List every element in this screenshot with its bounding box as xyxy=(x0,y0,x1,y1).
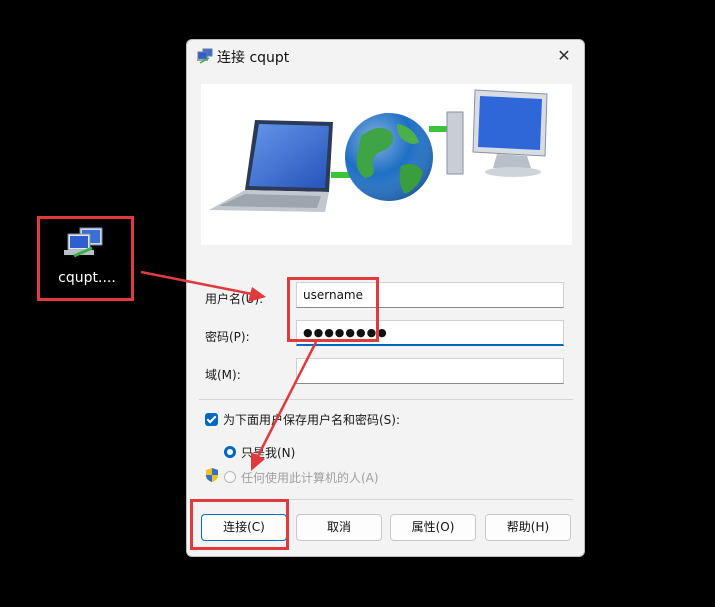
connect-dialog: 连接 cqupt ✕ 用户名(U): username 密码(P): ●●●●●… xyxy=(186,39,585,557)
save-credentials-checkbox[interactable] xyxy=(205,413,218,426)
uac-shield-icon xyxy=(206,468,218,482)
username-field[interactable]: username xyxy=(296,282,564,308)
radio-only-me[interactable] xyxy=(224,446,236,458)
password-label: 密码(P): xyxy=(205,330,250,344)
desktop-shortcut-cqupt[interactable]: cqupt.... xyxy=(44,220,130,298)
dialog-title: 连接 cqupt xyxy=(217,50,290,66)
network-connection-icon xyxy=(197,48,213,64)
username-label: 用户名(U): xyxy=(205,292,264,306)
password-field[interactable]: ●●●●●●●● xyxy=(296,320,564,346)
domain-label: 域(M): xyxy=(205,368,241,382)
radio-anyone[interactable] xyxy=(224,471,236,483)
network-banner-image xyxy=(201,84,572,245)
connect-button[interactable]: 连接(C) xyxy=(201,514,287,541)
properties-button[interactable]: 属性(O) xyxy=(390,514,476,541)
network-connection-icon xyxy=(64,227,103,258)
close-icon[interactable]: ✕ xyxy=(552,44,576,68)
domain-field[interactable] xyxy=(296,358,564,384)
title-bar[interactable]: 连接 cqupt ✕ xyxy=(187,40,584,72)
help-button[interactable]: 帮助(H) xyxy=(485,514,571,541)
network-illustration xyxy=(209,89,548,212)
separator xyxy=(199,399,573,400)
radio-only-me-label: 只是我(N) xyxy=(241,446,296,460)
cancel-button[interactable]: 取消 xyxy=(296,514,382,541)
desktop-shortcut-label: cqupt.... xyxy=(58,270,116,286)
radio-anyone-label: 任何使用此计算机的人(A) xyxy=(241,471,379,485)
separator xyxy=(199,499,573,500)
save-credentials-label: 为下面用户保存用户名和密码(S): xyxy=(223,413,401,427)
